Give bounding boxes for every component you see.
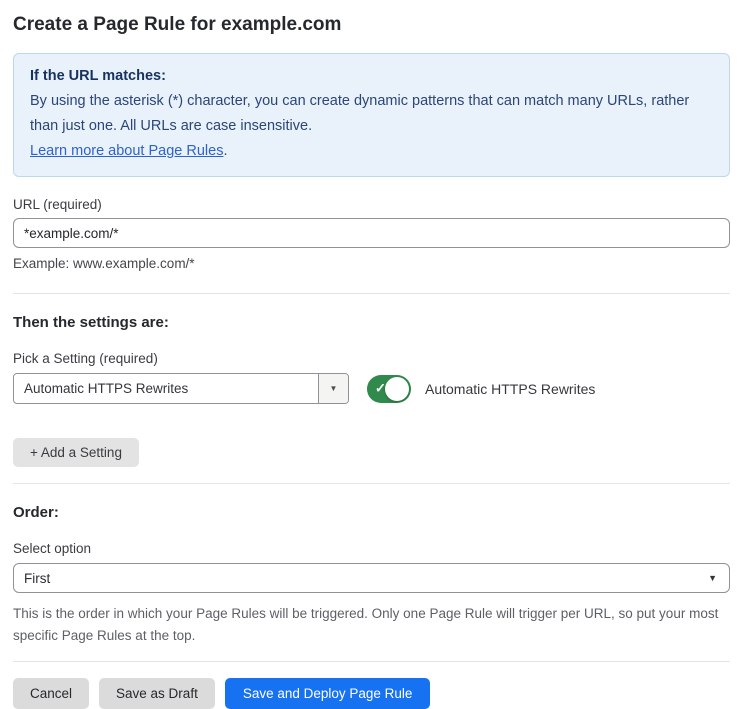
url-label: URL (required) — [13, 197, 102, 212]
divider — [13, 483, 730, 484]
select-option-label: Select option — [13, 541, 92, 556]
order-select[interactable]: First ▼ — [13, 563, 730, 593]
setting-dropdown[interactable]: Automatic HTTPS Rewrites ▼ — [13, 373, 349, 404]
divider — [13, 293, 730, 294]
url-match-notice: If the URL matches: By using the asteris… — [13, 53, 730, 177]
pick-setting-label: Pick a Setting (required) — [13, 351, 158, 366]
save-as-draft-button[interactable]: Save as Draft — [99, 678, 215, 709]
footer-actions: Cancel Save as Draft Save and Deploy Pag… — [13, 678, 730, 709]
dropdown-arrow-button[interactable]: ▼ — [318, 374, 348, 403]
order-helper-text: This is the order in which your Page Rul… — [13, 606, 719, 643]
notice-heading: If the URL matches: — [30, 68, 166, 84]
notice-body: By using the asterisk (*) character, you… — [30, 93, 690, 134]
page-title: Create a Page Rule for example.com — [13, 14, 342, 35]
save-and-deploy-button[interactable]: Save and Deploy Page Rule — [224, 678, 431, 709]
learn-more-link[interactable]: Learn more about Page Rules — [30, 143, 223, 159]
url-helper-text: Example: www.example.com/* — [13, 256, 195, 271]
cancel-button[interactable]: Cancel — [13, 678, 90, 709]
caret-down-icon: ▼ — [708, 573, 717, 583]
settings-heading: Then the settings are: — [13, 314, 169, 331]
notice-link-suffix: . — [223, 143, 228, 159]
divider — [13, 661, 730, 662]
notice-link-line: Learn more about Page Rules. — [30, 139, 713, 164]
setting-picker-row: Automatic HTTPS Rewrites ▼ ✓ Automatic H… — [13, 373, 730, 404]
page-rule-form: Create a Page Rule for example.com If th… — [0, 12, 743, 709]
caret-down-icon: ▼ — [329, 384, 338, 393]
add-setting-button[interactable]: + Add a Setting — [13, 438, 139, 467]
order-heading: Order: — [13, 504, 59, 521]
setting-toggle[interactable]: ✓ — [367, 374, 411, 403]
toggle-knob — [385, 376, 409, 401]
order-select-value: First — [24, 570, 51, 586]
url-input[interactable] — [13, 218, 730, 248]
setting-dropdown-value: Automatic HTTPS Rewrites — [24, 381, 189, 396]
toggle-label: Automatic HTTPS Rewrites — [425, 380, 596, 397]
